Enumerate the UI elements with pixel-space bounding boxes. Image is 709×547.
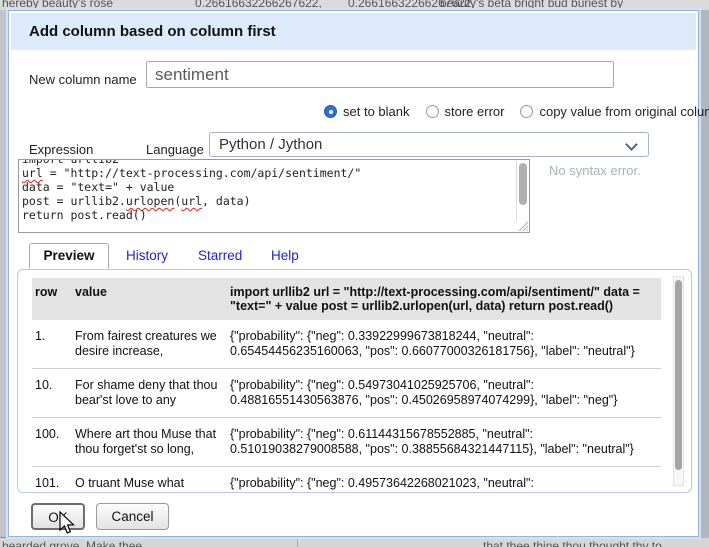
column-header-expression: import urllib2 url = "http://text-proces… bbox=[227, 278, 661, 320]
cell-value: From fairest creatures we desire increas… bbox=[72, 320, 227, 369]
code-line: url = "http://text-processing.com/api/se… bbox=[22, 166, 513, 180]
expression-editor-scrollbar[interactable] bbox=[516, 160, 529, 222]
scrollbar-thumb[interactable] bbox=[675, 280, 682, 470]
code-line: import urllib2 bbox=[22, 159, 513, 166]
background-column-divider bbox=[297, 538, 298, 547]
radio-store-error[interactable]: store error bbox=[426, 104, 505, 119]
cell-value: For shame deny that thou bear'st love to… bbox=[72, 369, 227, 418]
table-row: 10.For shame deny that thou bear'st love… bbox=[32, 369, 661, 418]
background-table-top-row: hereby beauty's rose 0.26616632266267622… bbox=[0, 0, 709, 10]
cell-result: {"probability": {"neg": 0.33922999673818… bbox=[227, 320, 661, 369]
chevron-down-icon bbox=[625, 138, 638, 151]
language-select[interactable]: Python / Jython bbox=[209, 132, 649, 157]
tab-help[interactable]: Help bbox=[271, 248, 299, 263]
syntax-status: No syntax error. bbox=[549, 163, 641, 178]
cell-row: 101. bbox=[32, 467, 72, 493]
dialog-title: Add column based on column first bbox=[11, 13, 696, 50]
cell-result: {"probability": {"neg": 0.54973041025925… bbox=[227, 369, 661, 418]
expression-label: Expression bbox=[29, 142, 93, 157]
language-label: Language bbox=[146, 142, 204, 157]
background-cell: 0.26616632266267622, bbox=[195, 0, 322, 10]
table-row: 101.O truant Muse what{"probability": {"… bbox=[32, 467, 661, 493]
cell-result: {"probability": {"neg": 0.49573642268021… bbox=[227, 467, 661, 493]
screen: hereby beauty's rose 0.26616632266267622… bbox=[0, 0, 709, 547]
radio-label: set to blank bbox=[343, 104, 410, 119]
tab-starred[interactable]: Starred bbox=[198, 248, 242, 263]
radio-selected-icon[interactable] bbox=[324, 105, 337, 118]
on-error-options: set to blank store error copy value from… bbox=[324, 104, 709, 119]
radio-label: store error bbox=[445, 104, 505, 119]
language-select-value: Python / Jython bbox=[219, 136, 322, 153]
mouse-cursor bbox=[59, 511, 76, 535]
cell-row: 1. bbox=[32, 320, 72, 369]
background-cell: hereby beauty's rose bbox=[2, 0, 113, 10]
table-row: 1.From fairest creatures we desire incre… bbox=[32, 320, 661, 369]
cell-value: O truant Muse what bbox=[72, 467, 227, 493]
table-row: 100.Where art thou Muse that thou forget… bbox=[32, 418, 661, 467]
code-line: post = urllib2.urlopen(url, data) bbox=[22, 194, 513, 208]
cell-row: 100. bbox=[32, 418, 72, 467]
cell-result: {"probability": {"neg": 0.61144315678552… bbox=[227, 418, 661, 467]
radio-copy-value[interactable]: copy value from original column bbox=[520, 104, 709, 119]
preview-table: row value import urllib2 url = "http://t… bbox=[32, 278, 661, 492]
expression-code[interactable]: import urllib2url = "http://text-process… bbox=[22, 159, 513, 222]
radio-unselected-icon[interactable] bbox=[520, 105, 533, 118]
code-line: return post.read() bbox=[22, 208, 513, 222]
new-column-name-input[interactable] bbox=[146, 61, 614, 88]
background-cell: that thee thine thou thought thy to bbox=[483, 539, 662, 547]
background-table-bottom-row: bearded grove. Make thee that thee thine… bbox=[0, 537, 709, 547]
tab-history[interactable]: History bbox=[126, 248, 168, 263]
tab-preview[interactable]: Preview bbox=[29, 243, 109, 269]
add-column-dialog: Add column based on column first New col… bbox=[8, 10, 699, 537]
preview-table-header: row value import urllib2 url = "http://t… bbox=[32, 278, 661, 320]
code-line: data = "text=" + value bbox=[22, 180, 513, 194]
background-cell: bearded grove. Make thee bbox=[2, 539, 142, 547]
column-header-row: row bbox=[32, 278, 72, 320]
preview-table-body: 1.From fairest creatures we desire incre… bbox=[32, 320, 661, 492]
cell-value: Where art thou Muse that thou forget'st … bbox=[72, 418, 227, 467]
background-cell: beauty's beta bright bud buriest by bbox=[440, 0, 623, 10]
preview-scrollbar[interactable] bbox=[673, 276, 684, 486]
ok-button[interactable]: OK bbox=[31, 503, 85, 530]
preview-table-wrap: row value import urllib2 url = "http://t… bbox=[32, 278, 661, 492]
preview-panel: row value import urllib2 url = "http://t… bbox=[17, 269, 692, 493]
cell-row: 10. bbox=[32, 369, 72, 418]
expression-editor[interactable]: import urllib2url = "http://text-process… bbox=[18, 159, 530, 233]
scrollbar-thumb[interactable] bbox=[519, 163, 527, 205]
cancel-button[interactable]: Cancel bbox=[96, 503, 169, 530]
page-scrollbar-area bbox=[701, 10, 709, 538]
radio-unselected-icon[interactable] bbox=[426, 105, 439, 118]
new-column-name-label: New column name bbox=[29, 72, 137, 87]
column-header-value: value bbox=[72, 278, 227, 320]
radio-set-to-blank[interactable]: set to blank bbox=[324, 104, 410, 119]
resize-grip-icon[interactable] bbox=[518, 221, 528, 231]
radio-label: copy value from original column bbox=[539, 104, 709, 119]
